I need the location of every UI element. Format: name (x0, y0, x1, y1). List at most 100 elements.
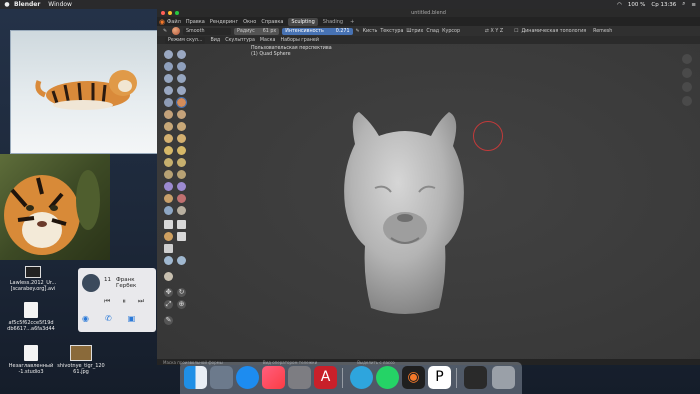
move-icon[interactable]: ✥ (164, 288, 173, 297)
menu-render[interactable]: Рендеринг (210, 19, 238, 25)
radius-field[interactable]: Радиус 61 px (234, 27, 280, 35)
app-p-icon[interactable]: P (428, 366, 451, 389)
scrape-icon[interactable] (164, 122, 173, 131)
cloth-icon[interactable] (164, 194, 173, 203)
rotate-tool-icon[interactable]: ↻ (177, 288, 186, 297)
thumb-icon[interactable] (164, 158, 173, 167)
menubar-app-name[interactable]: Blender (14, 1, 40, 8)
acrobat-icon[interactable]: A (314, 366, 337, 389)
clay-thumb-icon[interactable] (164, 74, 173, 83)
simplify-icon[interactable] (177, 194, 186, 203)
blender-dock-icon[interactable]: ◉ (402, 366, 425, 389)
brush-preview-icon[interactable] (172, 27, 180, 35)
camera-view-icon[interactable] (682, 82, 692, 92)
smooth-brush-icon[interactable] (176, 97, 187, 108)
fill-icon[interactable] (177, 110, 186, 119)
menu-view[interactable]: Вид (210, 38, 220, 43)
pan-viewport-icon[interactable] (682, 68, 692, 78)
line-project-icon[interactable] (164, 244, 173, 253)
nudge-icon[interactable] (164, 170, 173, 179)
apple-icon[interactable]: ● (0, 1, 14, 8)
multiplane-scrape-icon[interactable] (177, 122, 186, 131)
whatsapp-icon[interactable] (376, 366, 399, 389)
transform-icon[interactable]: ⊕ (177, 300, 186, 309)
zoom-viewport-icon[interactable] (682, 54, 692, 64)
menu-edit[interactable]: Правка (186, 19, 205, 25)
menu-window[interactable]: Окно (243, 19, 256, 25)
draw-brush-icon[interactable] (164, 50, 173, 59)
phone-icon[interactable]: ✆ (105, 314, 112, 323)
box-trim-icon[interactable] (177, 232, 186, 241)
3d-viewport[interactable]: Пользовательская перспектива (1) Quad Sp… (157, 44, 700, 359)
menu-cursor[interactable]: Курсор (442, 29, 460, 34)
edit-face-set-icon[interactable] (164, 272, 173, 281)
box-face-set-icon[interactable] (164, 232, 173, 241)
clay-strips-icon[interactable] (177, 62, 186, 71)
safari-icon[interactable] (236, 366, 259, 389)
blender-logo-icon[interactable]: ◉ (157, 18, 167, 26)
brush-name-field[interactable]: Smooth (183, 27, 231, 35)
dyntopo-label[interactable]: Динамическая топология (521, 29, 586, 34)
blob-icon[interactable] (177, 86, 186, 95)
flatten-icon[interactable] (164, 110, 173, 119)
mask-icon[interactable] (164, 206, 173, 215)
grab-icon[interactable] (177, 134, 186, 143)
chat-icon[interactable]: ▣ (128, 314, 136, 323)
tab-shading[interactable]: Shading (320, 18, 346, 26)
desktop-icon-doc1[interactable]: af5c5f62cce5f19d db6617...a6fa3d44 (0, 302, 62, 332)
music-player-widget[interactable]: 11 Франк Гербек ⏮ ⏸ ⏭ ◉ ✆ ▣ (78, 268, 156, 332)
boundary-icon[interactable] (177, 182, 186, 191)
document-stack-icon[interactable] (464, 366, 487, 389)
next-icon[interactable]: ⏭ (138, 297, 144, 306)
inflate-icon[interactable] (164, 86, 173, 95)
menu-list-icon[interactable]: ≡ (691, 2, 696, 8)
search-icon[interactable]: ⌕ (682, 1, 685, 8)
photo-tiger-face[interactable] (0, 154, 110, 260)
box-hide-icon[interactable] (177, 220, 186, 229)
dyntopo-checkbox[interactable]: ☐ (514, 29, 518, 34)
menu-brush[interactable]: Кисть (363, 29, 378, 34)
mesh-filter-icon[interactable] (164, 256, 173, 265)
menu-help[interactable]: Справка (261, 19, 283, 25)
sculpt-mesh[interactable] (335, 108, 475, 318)
menu-falloff[interactable]: Спад (426, 29, 439, 34)
menu-stroke[interactable]: Штрих (406, 29, 423, 34)
trash-icon[interactable] (492, 366, 515, 389)
menu-texture[interactable]: Текстура (380, 29, 403, 34)
symmetry-icons[interactable]: ⇄ X Y Z (485, 29, 503, 34)
elastic-deform-icon[interactable] (164, 146, 173, 155)
clock[interactable]: Ср 13:36 (651, 2, 676, 8)
desktop-icon-image[interactable]: shivotnye_tigr_120 61.jpg (50, 345, 112, 375)
previous-icon[interactable]: ⏮ (104, 297, 110, 306)
photo-tiger-snow[interactable] (10, 30, 158, 154)
profile-icon[interactable]: ◉ (82, 314, 89, 323)
crease-icon[interactable] (164, 98, 173, 107)
box-mask-icon[interactable] (164, 220, 173, 229)
blender-window[interactable]: untitled.blend ◉ Файл Правка Рендеринг О… (157, 9, 700, 365)
wifi-icon[interactable]: ◠ (617, 2, 622, 8)
menu-mask[interactable]: Маска (260, 38, 276, 43)
menubar-item-window[interactable]: Window (48, 1, 72, 8)
slide-relax-icon[interactable] (164, 182, 173, 191)
menu-face-sets[interactable]: Наборы граней (280, 38, 319, 43)
clay-icon[interactable] (164, 62, 173, 71)
brush-tool-icon[interactable]: ✎ (161, 29, 169, 34)
draw-face-sets-icon[interactable] (177, 206, 186, 215)
pause-icon[interactable]: ⏸ (122, 297, 126, 306)
mode-dropdown[interactable]: Режим скул... (165, 36, 206, 44)
annotate-icon[interactable]: ✎ (164, 316, 173, 325)
perspective-toggle-icon[interactable] (682, 96, 692, 106)
pinch-icon[interactable] (164, 134, 173, 143)
tab-sculpting[interactable]: Sculpting (288, 17, 318, 26)
pose-icon[interactable] (177, 158, 186, 167)
telegram-icon[interactable] (350, 366, 373, 389)
strength-field[interactable]: Интенсивность 0.271 (282, 27, 353, 35)
remesh-label[interactable]: Remesh (593, 29, 612, 34)
pen-pressure-icon[interactable]: ✎ (356, 29, 360, 34)
snake-hook-icon[interactable] (177, 146, 186, 155)
menu-file[interactable]: Файл (167, 19, 181, 25)
system-preferences-icon[interactable] (288, 366, 311, 389)
menu-sculpt[interactable]: Скульптура (225, 38, 255, 43)
music-app-icon[interactable] (262, 366, 285, 389)
add-workspace-icon[interactable]: + (350, 19, 354, 25)
